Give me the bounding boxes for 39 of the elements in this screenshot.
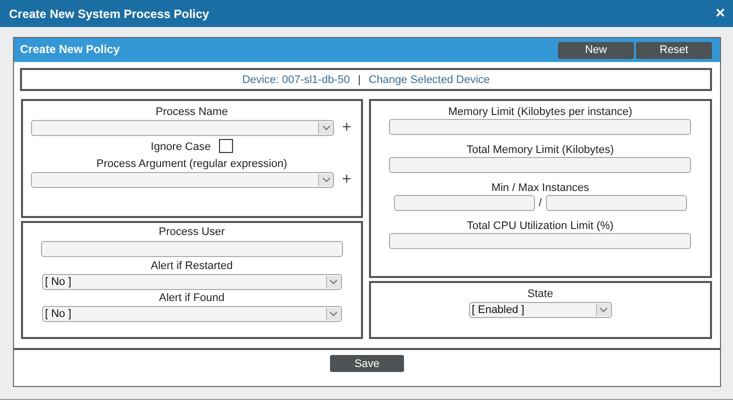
field-label: State [527,287,554,301]
caret-icon [326,276,340,288]
field-label: Total Memory Limit (Kilobytes) [466,143,614,157]
window-title: Create New System Process Policy [9,6,210,20]
panel-title: Create New Policy [20,44,120,56]
separator: / [538,197,542,209]
field-label: Memory Limit (Kilobytes per instance) [448,105,632,119]
device-label: Device: 007-sl1-db-50 [242,74,350,86]
field-label: Ignore Case [150,140,211,154]
input-field[interactable] [389,233,692,249]
field-label: Process Argument (regular expression) [96,157,288,171]
change-device-link[interactable]: Change Selected Device [368,74,490,86]
field-label: Total CPU Utilization Limit (%) [466,219,614,233]
field-label: Alert if Restarted [150,259,233,273]
caret-icon [318,174,333,186]
dropdown[interactable] [31,172,334,188]
dropdown[interactable]: [ No ] [42,274,342,290]
dropdown[interactable]: [ No ] [42,306,342,322]
input-field[interactable] [546,195,687,211]
field-label: Min / Max Instances [491,181,590,195]
close-button[interactable]: × [714,6,727,22]
dropdown[interactable]: [ Enabled ] [468,302,612,318]
input-field[interactable] [389,157,692,173]
add-button[interactable]: + [342,173,352,187]
caret-icon [326,308,340,320]
add-button[interactable]: + [342,121,352,135]
checkbox[interactable] [218,139,233,153]
field-label: Alert if Found [159,291,224,305]
separator: | [358,74,361,86]
header-button[interactable]: Reset [636,42,712,58]
caret-icon [596,304,611,316]
caret-icon [318,122,333,134]
input-field[interactable] [389,119,692,135]
input-field[interactable] [40,241,343,257]
header-button[interactable]: New [558,42,634,58]
save-button[interactable]: Save [330,355,404,372]
input-field[interactable] [394,195,535,211]
field-label: Process Name [156,105,228,119]
field-label: Process User [158,225,225,239]
